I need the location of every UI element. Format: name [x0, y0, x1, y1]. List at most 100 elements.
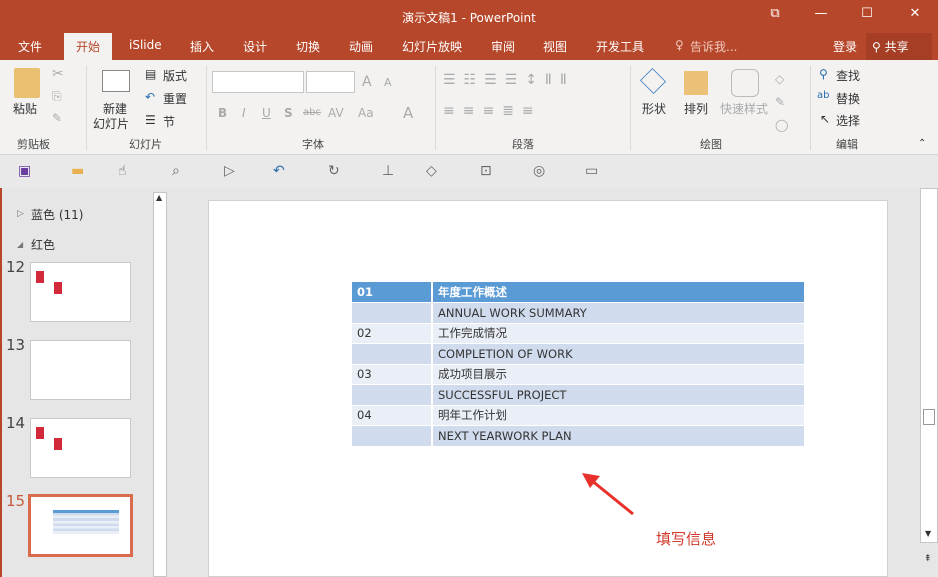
group-icon[interactable]: ⊡	[480, 163, 492, 179]
slide-thumbnail-12[interactable]	[30, 262, 131, 322]
layout-icon: ▤	[145, 67, 156, 81]
table-cell[interactable]: 02	[352, 323, 432, 344]
italic-button[interactable]: I	[242, 106, 246, 120]
scroll-down-icon[interactable]: ▼	[925, 529, 931, 538]
table-cell[interactable]: ANNUAL WORK SUMMARY	[432, 303, 804, 324]
section-blue[interactable]: 蓝色 (11)	[31, 206, 83, 223]
login-link[interactable]: 登录	[833, 38, 857, 55]
strikethrough-button[interactable]: abc	[303, 107, 321, 118]
expand-icon[interactable]: ▷	[17, 209, 24, 219]
agenda-table[interactable]: 01年度工作概述 ANNUAL WORK SUMMARY 02工作完成情况 CO…	[352, 282, 804, 447]
slide-thumbnail-15[interactable]	[28, 494, 133, 557]
section-button[interactable]: 节	[163, 113, 175, 130]
close-button[interactable]: ✕	[900, 6, 930, 21]
slides-group-label: 幻灯片	[129, 136, 162, 152]
tab-transitions[interactable]: 切换	[296, 38, 320, 55]
table-cell[interactable]: 04	[352, 405, 432, 426]
tab-view[interactable]: 视图	[543, 38, 567, 55]
tab-review[interactable]: 审阅	[491, 38, 515, 55]
ribbon-display-icon[interactable]: ⧉	[760, 6, 790, 21]
table-cell[interactable]: NEXT YEARWORK PLAN	[432, 426, 804, 447]
redo-icon[interactable]: ↻	[328, 163, 340, 179]
previous-slide-icon[interactable]: ⇞	[924, 554, 932, 564]
bold-button[interactable]: B	[218, 106, 227, 120]
share-button[interactable]: ⚲ 共享	[866, 33, 932, 60]
save-icon[interactable]: ▣	[18, 163, 31, 179]
reset-icon: ↶	[145, 90, 155, 104]
arrange-button[interactable]: 排列	[684, 100, 708, 117]
select-button[interactable]: 选择	[836, 112, 860, 129]
table-cell[interactable]: SUCCESSFUL PROJECT	[432, 385, 804, 406]
table-cell[interactable]: COMPLETION OF WORK	[432, 344, 804, 365]
search-icon: ⚲	[819, 67, 828, 81]
shrink-font-button[interactable]: A	[384, 76, 392, 89]
copy-icon[interactable]: ⎘	[52, 89, 62, 104]
underline-button[interactable]: U	[262, 106, 271, 120]
table-cell[interactable]	[352, 426, 432, 447]
list-buttons[interactable]: ☰☷☰☰↕ⅡⅡ	[443, 72, 575, 88]
replace-button[interactable]: 替换	[836, 90, 860, 107]
slideshow-icon[interactable]: ▷	[224, 163, 235, 179]
touch-mode-icon[interactable]: ☝	[118, 163, 127, 179]
font-size-combo[interactable]	[306, 71, 355, 93]
reset-button[interactable]: 重置	[163, 90, 187, 107]
section-red[interactable]: 红色	[31, 236, 55, 253]
paste-button[interactable]: 粘贴	[13, 100, 37, 117]
new-slide-label[interactable]: 幻灯片	[93, 115, 129, 132]
cursor-icon: ↖	[820, 112, 830, 126]
find-button[interactable]: 查找	[836, 67, 860, 84]
shapes-button[interactable]: 形状	[642, 100, 666, 117]
shape-fill-outline-effects-icons[interactable]: ◇✎◯	[775, 68, 788, 137]
shapes-qat-icon[interactable]: ◇	[426, 163, 437, 179]
table-cell[interactable]	[352, 303, 432, 324]
table-cell[interactable]: 明年工作计划	[432, 405, 804, 426]
table-cell[interactable]: 工作完成情况	[432, 323, 804, 344]
cut-icon[interactable]: ✂	[52, 66, 64, 82]
minimize-button[interactable]: —	[806, 6, 836, 21]
textbox-icon[interactable]: ▭	[585, 163, 598, 179]
tab-file[interactable]: 文件	[18, 38, 42, 55]
table-cell[interactable]: 年度工作概述	[432, 282, 804, 303]
tab-islide[interactable]: iSlide	[129, 38, 162, 52]
table-cell[interactable]	[352, 344, 432, 365]
table-cell[interactable]	[352, 385, 432, 406]
print-preview-icon[interactable]: ⌕	[172, 163, 180, 179]
clipboard-group-label: 剪贴板	[17, 136, 50, 152]
tab-slideshow[interactable]: 幻灯片放映	[402, 38, 462, 55]
table-cell[interactable]: 01	[352, 282, 432, 303]
slide-thumbnail-13[interactable]	[30, 340, 131, 400]
tab-design[interactable]: 设计	[243, 38, 267, 55]
collapse-ribbon-icon[interactable]: ⌃	[918, 138, 926, 149]
open-folder-icon[interactable]: ▬	[71, 163, 84, 179]
char-spacing-button[interactable]: AV	[328, 106, 344, 120]
merge-shapes-icon[interactable]: ◎	[533, 163, 545, 179]
collapse-icon[interactable]: ◢	[17, 240, 23, 249]
tab-home[interactable]: 开始	[64, 33, 112, 60]
change-case-button[interactable]: Aa	[358, 106, 374, 120]
quick-styles-button[interactable]: 快速样式	[720, 100, 768, 117]
grow-font-button[interactable]: A	[362, 74, 372, 90]
table-cell[interactable]: 成功项目展示	[432, 364, 804, 385]
maximize-button[interactable]: ☐	[852, 6, 882, 21]
format-painter-icon[interactable]: ✎	[52, 111, 62, 125]
layout-button[interactable]: 版式	[163, 67, 187, 84]
align-buttons[interactable]: ≡≡≡≣≡	[443, 103, 542, 119]
scroll-thumb[interactable]	[923, 409, 935, 425]
align-icon[interactable]: ⊥	[382, 163, 394, 179]
shadow-button[interactable]: S	[284, 106, 293, 120]
section-icon: ☰	[145, 113, 156, 127]
font-name-combo[interactable]	[212, 71, 304, 93]
lantern-icon	[54, 438, 62, 450]
tab-developer[interactable]: 开发工具	[596, 38, 644, 55]
slide-scrollbar[interactable]: ▼	[920, 188, 938, 543]
font-color-button[interactable]: A	[403, 104, 413, 122]
tell-me-input[interactable]: 告诉我...	[690, 38, 737, 55]
thumbnail-scrollbar[interactable]: ▲	[153, 192, 167, 577]
undo-icon[interactable]: ↶	[273, 163, 285, 179]
tab-insert[interactable]: 插入	[190, 38, 214, 55]
slide-thumbnail-14[interactable]	[30, 418, 131, 478]
title-bar: 演示文稿1 - PowerPoint ⧉ — ☐ ✕	[0, 0, 938, 33]
scroll-up-icon[interactable]: ▲	[156, 193, 162, 202]
tab-animations[interactable]: 动画	[349, 38, 373, 55]
table-cell[interactable]: 03	[352, 364, 432, 385]
